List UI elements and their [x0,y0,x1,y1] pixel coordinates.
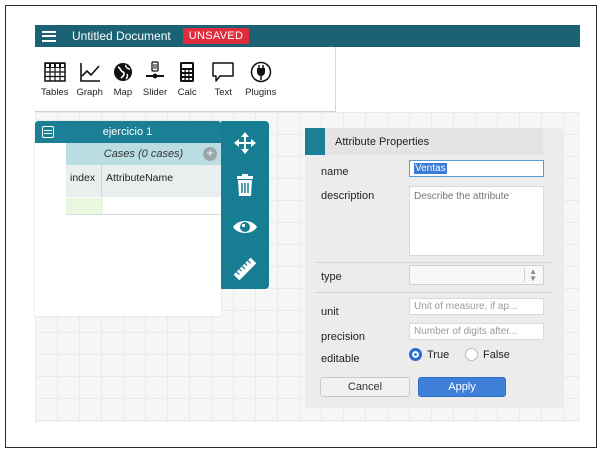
slider-tool-button[interactable]: Slider [143,61,167,98]
name-value: Ventas [414,163,447,174]
table-row[interactable] [66,198,221,215]
description-input[interactable] [409,186,544,256]
table-icon [43,62,66,82]
map-tool-label: Map [113,87,133,98]
visibility-button[interactable] [231,213,259,241]
toolbar-empty-area [335,47,581,112]
speech-bubble-icon [212,62,234,82]
precision-input[interactable] [409,323,544,340]
document-title[interactable]: Untitled Document [72,29,171,43]
editable-label: editable [321,353,360,365]
unit-input[interactable] [409,298,544,315]
add-attribute-icon[interactable]: + [203,147,217,161]
column-header-index[interactable]: index [66,165,102,197]
dialog-header: Attribute Properties [305,128,543,155]
description-label: description [321,190,375,202]
plugins-tool-button[interactable]: Plugins [245,61,276,98]
editable-false-label: False [483,348,510,361]
table-icon [42,126,54,138]
trash-icon [237,174,253,196]
editable-true-label: True [427,348,450,361]
graph-tool-button[interactable]: Graph [76,61,103,98]
type-select[interactable]: ▲ ▼ [409,265,544,285]
case-table-component[interactable]: ejercicio 1 Cases (0 cases) + index Attr… [35,121,221,316]
attribute-properties-dialog: Attribute Properties name Ventas descrip… [305,128,563,408]
calc-tool-button[interactable]: Calc [175,61,199,98]
name-label: name [321,166,349,178]
case-table-title[interactable]: ejercicio 1 [54,126,201,138]
apply-button[interactable]: Apply [418,377,506,397]
divider [315,262,553,263]
slider-tool-label: Slider [142,87,168,98]
tables-tool-label: Tables [41,87,69,98]
unsaved-badge: UNSAVED [182,28,250,44]
delete-button[interactable] [231,171,259,199]
radio-unchecked-icon [465,348,478,361]
cancel-button[interactable]: Cancel [320,377,410,397]
move-button[interactable] [231,129,259,157]
inspector-panel [221,121,269,289]
hamburger-menu-icon[interactable] [42,28,56,44]
column-headers: index AttributeName [66,165,221,197]
dialog-title: Attribute Properties [335,135,430,148]
text-tool-button[interactable]: Text [211,61,235,98]
case-table-title-bar[interactable]: ejercicio 1 [35,121,221,143]
graph-tool-label: Graph [76,87,103,98]
type-label: type [321,271,342,283]
calc-tool-label: Calc [177,87,197,98]
graph-icon [79,63,100,82]
map-tool-button[interactable]: Map [111,61,135,98]
collection-header: Cases (0 cases) + [66,143,221,165]
column-header-attribute-name[interactable]: AttributeName [102,165,221,197]
plugins-tool-label: Plugins [245,87,277,98]
globe-icon [113,63,132,81]
divider [315,292,553,293]
move-arrows-icon [234,132,256,154]
ruler-button[interactable] [231,255,259,283]
slider-icon [146,61,165,79]
new-case-value-cell[interactable] [103,198,221,214]
cases-count-label: Cases (0 cases) [103,148,184,160]
select-arrows-icon: ▲ ▼ [524,268,537,283]
eye-icon [233,221,257,233]
text-tool-label: Text [214,87,232,98]
ruler-icon [233,257,257,281]
dialog-accent-swatch [305,128,325,155]
radio-checked-icon [409,348,422,361]
name-input[interactable]: Ventas [409,160,544,177]
precision-label: precision [321,331,366,343]
plug-icon [250,61,271,83]
unit-label: unit [321,306,339,318]
calculator-icon [180,62,195,82]
tables-tool-button[interactable]: Tables [41,61,68,98]
editable-true-radio[interactable]: True [409,348,449,361]
new-case-index-cell[interactable] [66,198,103,214]
tool-shelf: Tables Graph Map Slider Calc Text Plugin… [35,47,335,112]
document-title-bar: Untitled Document UNSAVED [35,25,580,47]
editable-false-radio[interactable]: False [465,348,510,361]
